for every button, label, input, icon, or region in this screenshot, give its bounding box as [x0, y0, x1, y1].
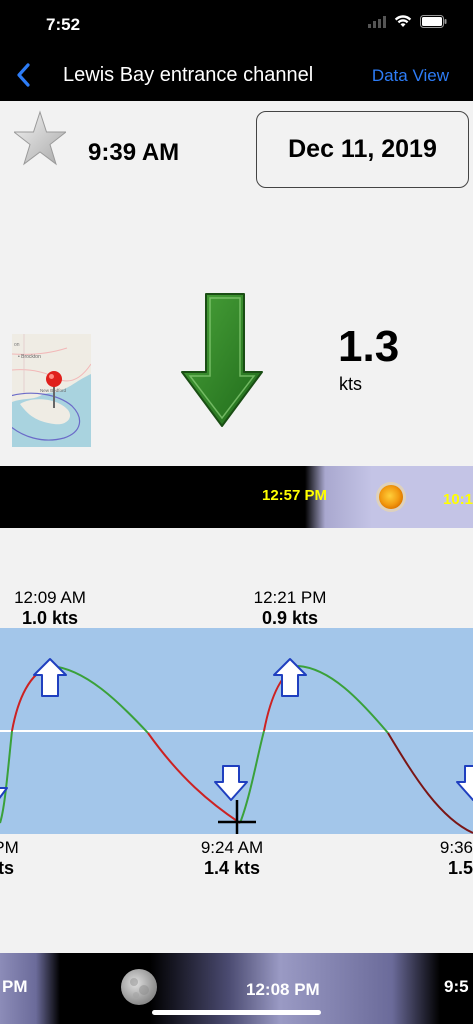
- star-icon[interactable]: [14, 110, 66, 176]
- current-speed: 1.3: [338, 322, 400, 371]
- tide-label-bottom-1: PM ts: [0, 838, 76, 879]
- current-time: 9:39 AM: [88, 139, 180, 166]
- tide-time: 12:09 AM: [14, 588, 86, 607]
- moon-time-left-partial: PM: [2, 977, 28, 996]
- wifi-icon: [394, 15, 412, 27]
- tide-time: 9:36: [439, 838, 473, 857]
- back-chevron-icon[interactable]: [12, 61, 36, 89]
- map-thumbnail[interactable]: on • Brockton New Bedford: [12, 334, 91, 447]
- tide-value: 1.0 kts: [21, 608, 79, 628]
- status-bar: 7:52: [0, 0, 473, 50]
- status-time: 7:52: [46, 15, 81, 34]
- svg-text:• Brockton: • Brockton: [18, 354, 41, 360]
- tide-time: 9:24 AM: [200, 838, 264, 857]
- tide-value: ts: [0, 858, 14, 878]
- tide-time: 12:21 PM: [253, 588, 327, 607]
- status-icons: [368, 15, 447, 28]
- sunset-time: 12:57 PM: [262, 487, 328, 504]
- tide-value: 1.4 kts: [203, 858, 261, 878]
- current-graph[interactable]: [0, 628, 473, 834]
- tide-label-top-2: 12:21 PM 0.9 kts: [220, 588, 360, 629]
- tide-value: 1.5: [447, 858, 473, 878]
- tide-label-bottom-2: 9:24 AM 1.4 kts: [162, 838, 302, 879]
- current-arrow-icon: [181, 293, 263, 427]
- data-view-button[interactable]: Data View: [372, 66, 449, 86]
- home-indicator: [152, 1010, 321, 1015]
- tide-label-top-1: 12:09 AM 1.0 kts: [0, 588, 120, 629]
- signal-icon: [368, 15, 386, 28]
- sun-timeline-strip[interactable]: 12:57 PM 10:1: [0, 466, 473, 528]
- moonrise-time: 12:08 PM: [246, 980, 320, 999]
- svg-text:on: on: [14, 342, 20, 348]
- station-title: Lewis Bay entrance channel: [63, 64, 314, 86]
- navigation-bar: Lewis Bay entrance channel Data View: [0, 50, 473, 101]
- tide-value: 0.9 kts: [261, 608, 319, 628]
- battery-icon: [420, 15, 447, 28]
- next-sun-time-partial: 10:1: [443, 491, 473, 508]
- moon-time-right-partial: 9:5: [444, 977, 469, 996]
- current-speed-unit: kts: [339, 374, 363, 394]
- tide-label-bottom-3: 9:36 1.5: [388, 838, 473, 879]
- date-picker-button[interactable]: Dec 11, 2019: [256, 111, 469, 188]
- sun-icon: [376, 482, 406, 512]
- tide-time: PM: [0, 838, 19, 857]
- moon-icon: [121, 969, 157, 1005]
